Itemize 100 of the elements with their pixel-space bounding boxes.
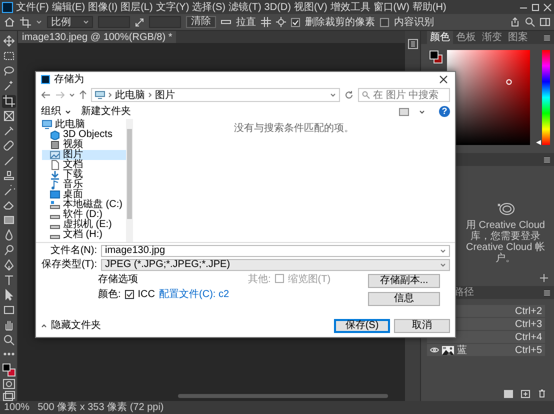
info-button[interactable]: 信息	[368, 292, 440, 306]
folder-item[interactable]: 图片	[42, 150, 126, 160]
type-tool-icon[interactable]	[2, 274, 14, 286]
panel-tab[interactable]: 颜色	[427, 31, 453, 44]
rectangle-icon[interactable]	[2, 304, 14, 316]
arrow-icon[interactable]	[2, 288, 14, 301]
dodge-icon[interactable]	[2, 244, 14, 256]
help-button[interactable]: ?	[439, 106, 450, 117]
color-field[interactable]	[447, 50, 530, 145]
profile-link[interactable]: 配置文件(C): c2	[159, 289, 230, 300]
menu-item[interactable]: 帮助(H)	[412, 2, 446, 12]
folder-item[interactable]: 桌面	[42, 190, 126, 200]
maximize-icon[interactable]	[531, 2, 540, 12]
menu-item[interactable]: 窗口(W)	[373, 2, 410, 12]
refresh-icon[interactable]	[344, 90, 354, 100]
panel-menu-icon[interactable]	[543, 288, 551, 296]
pen-icon[interactable]	[2, 259, 14, 272]
menu-item[interactable]: 视图(V)	[294, 2, 328, 12]
panel-menu-icon[interactable]	[543, 34, 551, 42]
move-icon[interactable]	[2, 35, 14, 48]
panel-menu-icon[interactable]	[543, 156, 551, 164]
straighten-icon[interactable]	[221, 18, 231, 26]
stamp-icon[interactable]	[2, 170, 14, 182]
screen-mode-icon[interactable]	[2, 390, 14, 401]
crop-icon[interactable]	[20, 16, 31, 28]
search-icon[interactable]	[525, 17, 535, 27]
folder-item[interactable]: 软件 (D:)	[42, 210, 126, 220]
add-icon[interactable]	[540, 274, 548, 282]
folder-item[interactable]: 音乐	[42, 180, 126, 190]
hide-folders-toggle[interactable]: 隐藏文件夹	[41, 320, 101, 331]
grid-icon[interactable]	[261, 17, 271, 27]
menu-item[interactable]: 图层(L)	[120, 2, 153, 12]
height-field[interactable]	[149, 16, 181, 28]
home-icon[interactable]	[4, 17, 15, 27]
view-icon[interactable]	[399, 108, 409, 116]
back-icon[interactable]	[41, 91, 51, 99]
crop-icon[interactable]	[2, 95, 14, 108]
hand-icon[interactable]	[2, 318, 14, 331]
folder-item[interactable]: 下载	[42, 170, 126, 180]
marquee-icon[interactable]	[2, 50, 14, 62]
save-button[interactable]: 保存(S)	[334, 318, 390, 332]
menu-item[interactable]: 文件(F)	[16, 2, 49, 12]
menu-item[interactable]: 增效工具	[330, 2, 370, 12]
folder-item[interactable]: 文档	[42, 160, 126, 170]
menu-item[interactable]: 编辑(E)	[52, 2, 86, 12]
picker-ring-icon[interactable]	[506, 79, 512, 85]
menu-item[interactable]: 图像(I)	[88, 2, 118, 12]
cancel-button[interactable]: 取消	[394, 318, 450, 332]
quick-mask-icon[interactable]	[2, 378, 14, 389]
search-field[interactable]: 在 图片 中搜索	[358, 88, 450, 102]
bandage-icon[interactable]	[2, 140, 14, 152]
menu-item[interactable]: 3D(D)	[264, 2, 291, 12]
panel-tab[interactable]: 图案	[505, 31, 531, 44]
panel-tab[interactable]: 色板	[453, 31, 479, 44]
folder-item[interactable]: 视频	[42, 140, 126, 150]
scrollbar[interactable]	[178, 394, 388, 398]
folder-item[interactable]: 文档 (H:)	[42, 230, 126, 240]
scrollbar[interactable]	[126, 119, 133, 242]
zoom-icon[interactable]	[2, 334, 14, 346]
channel-row[interactable]: 蓝 Ctrl+5	[427, 344, 545, 356]
breadcrumb-item[interactable]: 此电脑	[115, 90, 145, 100]
folder-item[interactable]: 虚拟机 (E:)	[42, 220, 126, 230]
address-bar[interactable]: 此电脑 图片	[91, 88, 340, 102]
checkbox[interactable]	[124, 290, 134, 299]
slider-thumb-icon[interactable]	[536, 140, 541, 145]
new-channel-icon[interactable]	[521, 390, 530, 398]
panel-tab[interactable]: 渐变	[479, 31, 505, 44]
color-swatches-icon[interactable]	[429, 50, 443, 64]
breadcrumb-item[interactable]: 图片	[155, 90, 175, 100]
document-tab[interactable]: image130.jpeg @ 100%(RGB/8) *	[18, 31, 176, 43]
wand-icon[interactable]	[2, 80, 14, 92]
filename-field[interactable]: image130.jpg	[101, 244, 450, 256]
menu-item[interactable]: 滤镜(T)	[228, 2, 262, 12]
checkbox[interactable]	[291, 18, 300, 26]
eye-icon[interactable]	[430, 347, 439, 353]
organize-menu[interactable]: 组织	[41, 106, 71, 117]
eraser-icon[interactable]	[2, 199, 14, 212]
close-icon[interactable]	[439, 74, 448, 84]
straighten-label[interactable]: 拉直	[236, 16, 256, 28]
share-icon[interactable]	[510, 17, 520, 27]
workspace-icon[interactable]	[540, 17, 550, 27]
up-icon[interactable]	[79, 90, 87, 100]
lasso-icon[interactable]	[2, 65, 14, 78]
history-brush-icon[interactable]	[2, 184, 14, 197]
width-field[interactable]	[98, 16, 130, 28]
drop-icon[interactable]	[2, 229, 14, 242]
new-folder-button[interactable]: 新建文件夹	[81, 106, 131, 117]
settings-icon[interactable]	[276, 17, 286, 27]
color-swatches-icon[interactable]	[2, 362, 16, 377]
menu-item[interactable]: 选择(S)	[192, 2, 226, 12]
save-copy-button[interactable]: 存储副本...	[368, 274, 440, 288]
file-type-select[interactable]: JPEG (*.JPG;*.JPEG;*.JPE)	[101, 258, 450, 270]
ratio-select[interactable]: 比例	[47, 16, 93, 28]
frame-icon[interactable]	[2, 110, 14, 122]
brush-icon[interactable]	[2, 154, 14, 167]
swap-icon[interactable]	[135, 18, 144, 26]
clear-button[interactable]: 清除	[186, 16, 216, 28]
menu-item[interactable]: 文字(Y)	[156, 2, 190, 12]
folder-item[interactable]: 本地磁盘 (C:)	[42, 200, 126, 210]
gradient-icon[interactable]	[2, 214, 14, 226]
